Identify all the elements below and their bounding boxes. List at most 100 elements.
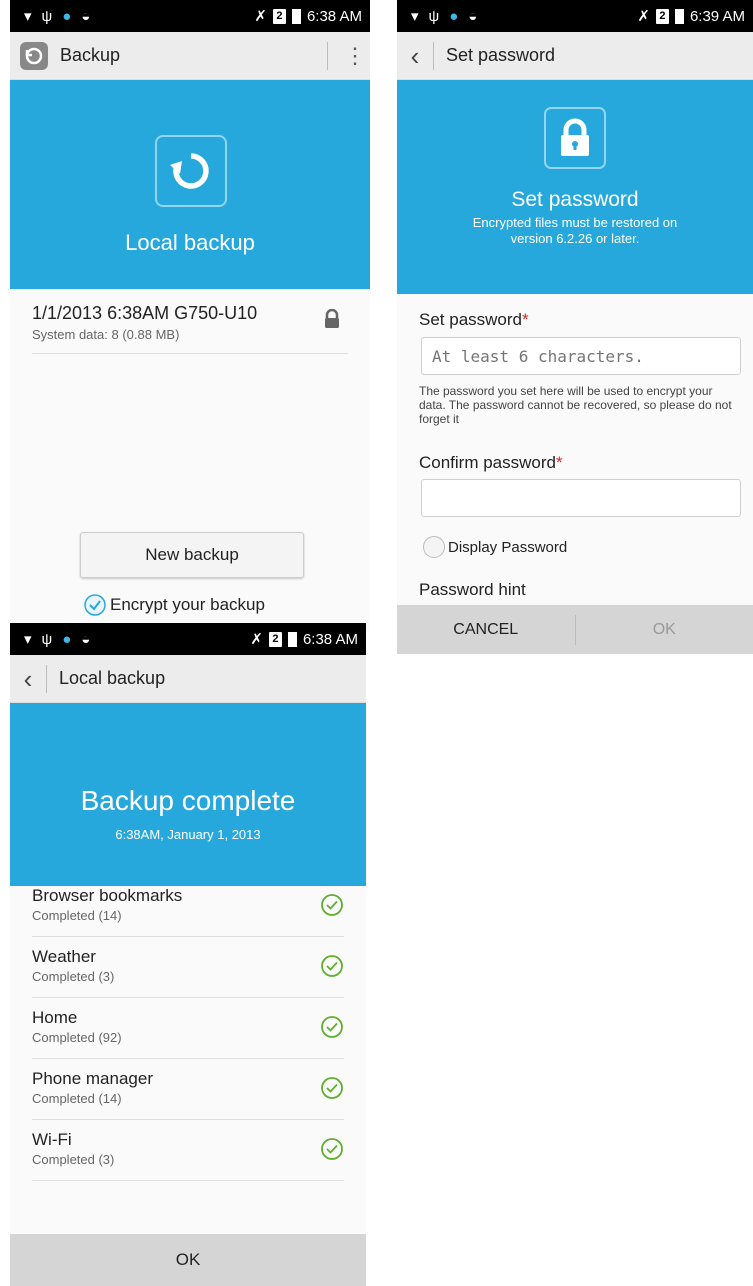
sim-icon: 2 [268,631,282,647]
usb-icon: ψ [41,7,53,25]
set-password-label-text: Set password [419,310,522,329]
page-title: Local backup [59,668,166,688]
confirm-password-input[interactable] [421,479,741,517]
status-bar: ▾ ψ ● ◒ ✗ 2 6:38 AM [10,623,366,655]
action-bar: ‹ Set password [397,32,753,80]
list-item: Browser bookmarks Completed (14) [32,886,344,937]
notification-icons: ▾ ψ ● ◒ [24,7,91,26]
app-title: Backup [60,45,121,65]
backup-item-subtitle: System data: 8 (0.88 MB) [32,327,180,342]
confirm-password-label: Confirm password* [419,453,563,473]
app-notification-icon: ● [62,630,72,648]
ok-button[interactable]: OK [576,621,753,639]
display-password-radio[interactable]: Display Password [423,536,567,558]
set-password-screen: ▾ ψ ● ◒ ✗ 2 6:39 AM ‹ Set password Set p… [397,0,753,654]
mute-icon: ✗ [254,8,267,25]
checkbox-checked-icon [84,594,106,616]
backup-restore-icon [155,135,227,207]
confirm-password-label-text: Confirm password [419,453,556,472]
set-password-label: Set password* [419,310,529,330]
hero-subtitle-line1: Encrypted files must be restored on [472,215,678,230]
android-icon: ◒ [81,630,91,648]
app-notification-icon: ● [449,7,459,25]
encrypt-label: Encrypt your backup [110,595,265,614]
dialog-button-bar: CANCEL OK [397,605,753,654]
item-status: Completed (3) [32,969,115,984]
sim-icon: 2 [655,8,669,24]
item-title: Weather [32,947,96,966]
list-item: Phone manager Completed (14) [32,1059,344,1120]
action-bar: ‹ Local backup [10,655,366,703]
hero-subtitle-line2: version 6.2.26 or later. [510,231,640,246]
status-time: 6:38 AM [302,630,358,648]
wifi-icon: ▾ [411,8,419,25]
android-icon: ◒ [81,7,91,25]
lock-icon [544,107,606,169]
backup-screen: ▾ ψ ● ◒ ✗ 2 6:38 AM Backup ⋮ Local backu… [10,0,370,632]
divider [433,41,434,70]
usb-icon: ψ [428,7,440,25]
android-icon: ◒ [468,7,478,25]
item-title: Browser bookmarks [32,886,183,905]
check-circle-icon [321,894,343,916]
check-circle-icon [321,1016,343,1038]
required-mark: * [522,310,529,329]
status-bar: ▾ ψ ● ◒ ✗ 2 6:38 AM [10,0,370,32]
page-title: Set password [446,45,556,65]
ok-button[interactable]: OK [10,1234,366,1286]
backup-item-title: 1/1/2013 6:38AM G750-U10 [32,303,258,323]
required-mark: * [556,453,563,472]
list-item: Home Completed (92) [32,998,344,1059]
mute-icon: ✗ [637,8,650,25]
lock-icon [325,309,339,328]
hero-subtitle: 6:38AM, January 1, 2013 [115,827,261,842]
mute-icon: ✗ [250,631,263,648]
battery-icon [287,631,297,647]
display-password-label: Display Password [448,538,568,556]
item-status: Completed (14) [32,908,122,923]
list-item: Wi-Fi Completed (3) [32,1120,344,1181]
radio-unchecked-icon [423,536,445,558]
notification-icons: ▾ ψ ● ◒ [24,630,91,649]
hero-title: Set password [511,188,639,211]
backup-list-item[interactable]: 1/1/2013 6:38AM G750-U10 System data: 8 … [32,289,348,354]
hero-banner: Local backup [10,80,370,289]
wifi-icon: ▾ [24,8,32,25]
backup-complete-screen: ▾ ψ ● ◒ ✗ 2 6:38 AM ‹ Local backup Backu… [10,623,366,1286]
hero-banner: Backup complete 6:38AM, January 1, 2013 [10,703,366,886]
item-title: Phone manager [32,1069,153,1088]
check-circle-icon [321,1077,343,1099]
hero-banner: Set password Encrypted files must be res… [397,80,753,294]
set-password-input[interactable] [421,337,741,375]
overflow-menu-icon[interactable]: ⋮ [340,44,370,67]
back-icon[interactable]: ‹ [10,666,46,692]
status-bar: ▾ ψ ● ◒ ✗ 2 6:39 AM [397,0,753,32]
results-list-inner: Browser bookmarks Completed (14) Weather… [10,886,366,1181]
divider [46,664,47,693]
action-bar: Backup ⋮ [10,32,370,80]
new-backup-button[interactable]: New backup [80,532,304,578]
divider [327,41,328,70]
back-icon[interactable]: ‹ [397,43,433,69]
backup-app-icon [20,41,48,70]
cancel-button[interactable]: CANCEL [397,621,575,639]
list-item: Weather Completed (3) [32,937,344,998]
battery-icon [291,8,301,24]
cancel-label: CANCEL [453,620,519,638]
status-time: 6:38 AM [306,7,362,25]
encrypt-checkbox[interactable]: Encrypt your backup [84,594,265,616]
hero-title: Backup complete [80,785,296,816]
battery-icon [674,8,684,24]
status-time: 6:39 AM [689,7,745,25]
item-title: Wi-Fi [32,1130,72,1149]
check-circle-icon [321,1138,343,1160]
check-circle-icon [321,955,343,977]
ok-label: OK [652,620,676,638]
notification-icons: ▾ ψ ● ◒ [411,7,478,26]
hero-title: Local backup [125,230,255,255]
item-status: Completed (3) [32,1152,115,1167]
usb-icon: ψ [41,630,53,648]
item-status: Completed (92) [32,1030,122,1045]
app-notification-icon: ● [62,7,72,25]
ok-label: OK [175,1250,201,1269]
